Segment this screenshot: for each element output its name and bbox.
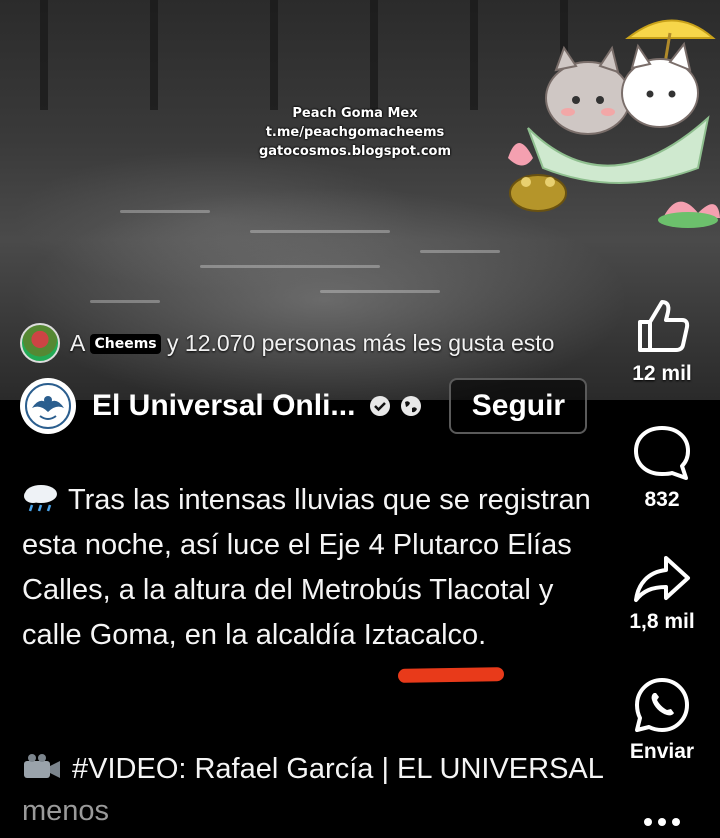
like-count: 12 mil (632, 362, 692, 385)
follow-button[interactable]: Seguir (449, 378, 588, 434)
video-credit: #VIDEO: Rafael García | EL UNIVERSAL men… (22, 748, 612, 832)
cat-sticker-image (508, 19, 720, 228)
thumbs-up-icon (638, 300, 690, 352)
credit-text: #VIDEO: Rafael García | EL UNIVERSAL (72, 753, 603, 785)
share-action[interactable]: 1,8 mil (612, 554, 712, 634)
share-icon (634, 556, 690, 602)
page-name[interactable]: El Universal Onli... (92, 389, 355, 423)
watermark-line-2: t.me/peachgomacheems (265, 125, 445, 140)
page-header: El Universal Onli... Seguir (20, 378, 588, 434)
highlight-underline-mark (397, 667, 505, 683)
more-icon (644, 818, 680, 826)
likes-text: A Cheems y 12.070 personas más les gusta… (70, 330, 554, 357)
cloud-rain-icon (24, 485, 57, 512)
likes-summary[interactable]: A Cheems y 12.070 personas más les gusta… (20, 323, 554, 363)
whatsapp-icon (635, 678, 689, 732)
less-link[interactable]: menos (22, 795, 109, 827)
post-caption: Tras las intensas lluvias que se registr… (22, 478, 612, 658)
share-count: 1,8 mil (629, 610, 695, 633)
comment-count: 832 (644, 488, 680, 511)
watermark-text: Peach Goma Mex t.me/peachgomacheems gato… (250, 104, 460, 161)
whatsapp-label: Enviar (629, 740, 695, 763)
like-action[interactable]: 12 mil (612, 296, 712, 386)
friend-avatar (20, 323, 60, 363)
globe-icon (401, 396, 422, 416)
video-camera-icon (24, 754, 60, 778)
caption-text: Tras las intensas lluvias que se registr… (22, 484, 591, 651)
el-universal-logo-icon (25, 383, 71, 429)
watermark-line-3: gatocosmos.blogspot.com (258, 144, 452, 159)
more-options-button[interactable] (612, 802, 712, 838)
comment-action[interactable]: 832 (612, 424, 712, 512)
verified-icon (370, 396, 391, 416)
whatsapp-send-action[interactable]: Enviar (612, 676, 712, 764)
likes-suffix: y 12.070 personas más les gusta esto (167, 329, 555, 356)
friend-name-tag: Cheems (90, 333, 161, 354)
comment-icon (634, 426, 690, 480)
page-avatar[interactable] (20, 378, 76, 434)
likes-prefix: A (70, 329, 91, 356)
watermark-line-1: Peach Goma Mex (292, 106, 418, 121)
